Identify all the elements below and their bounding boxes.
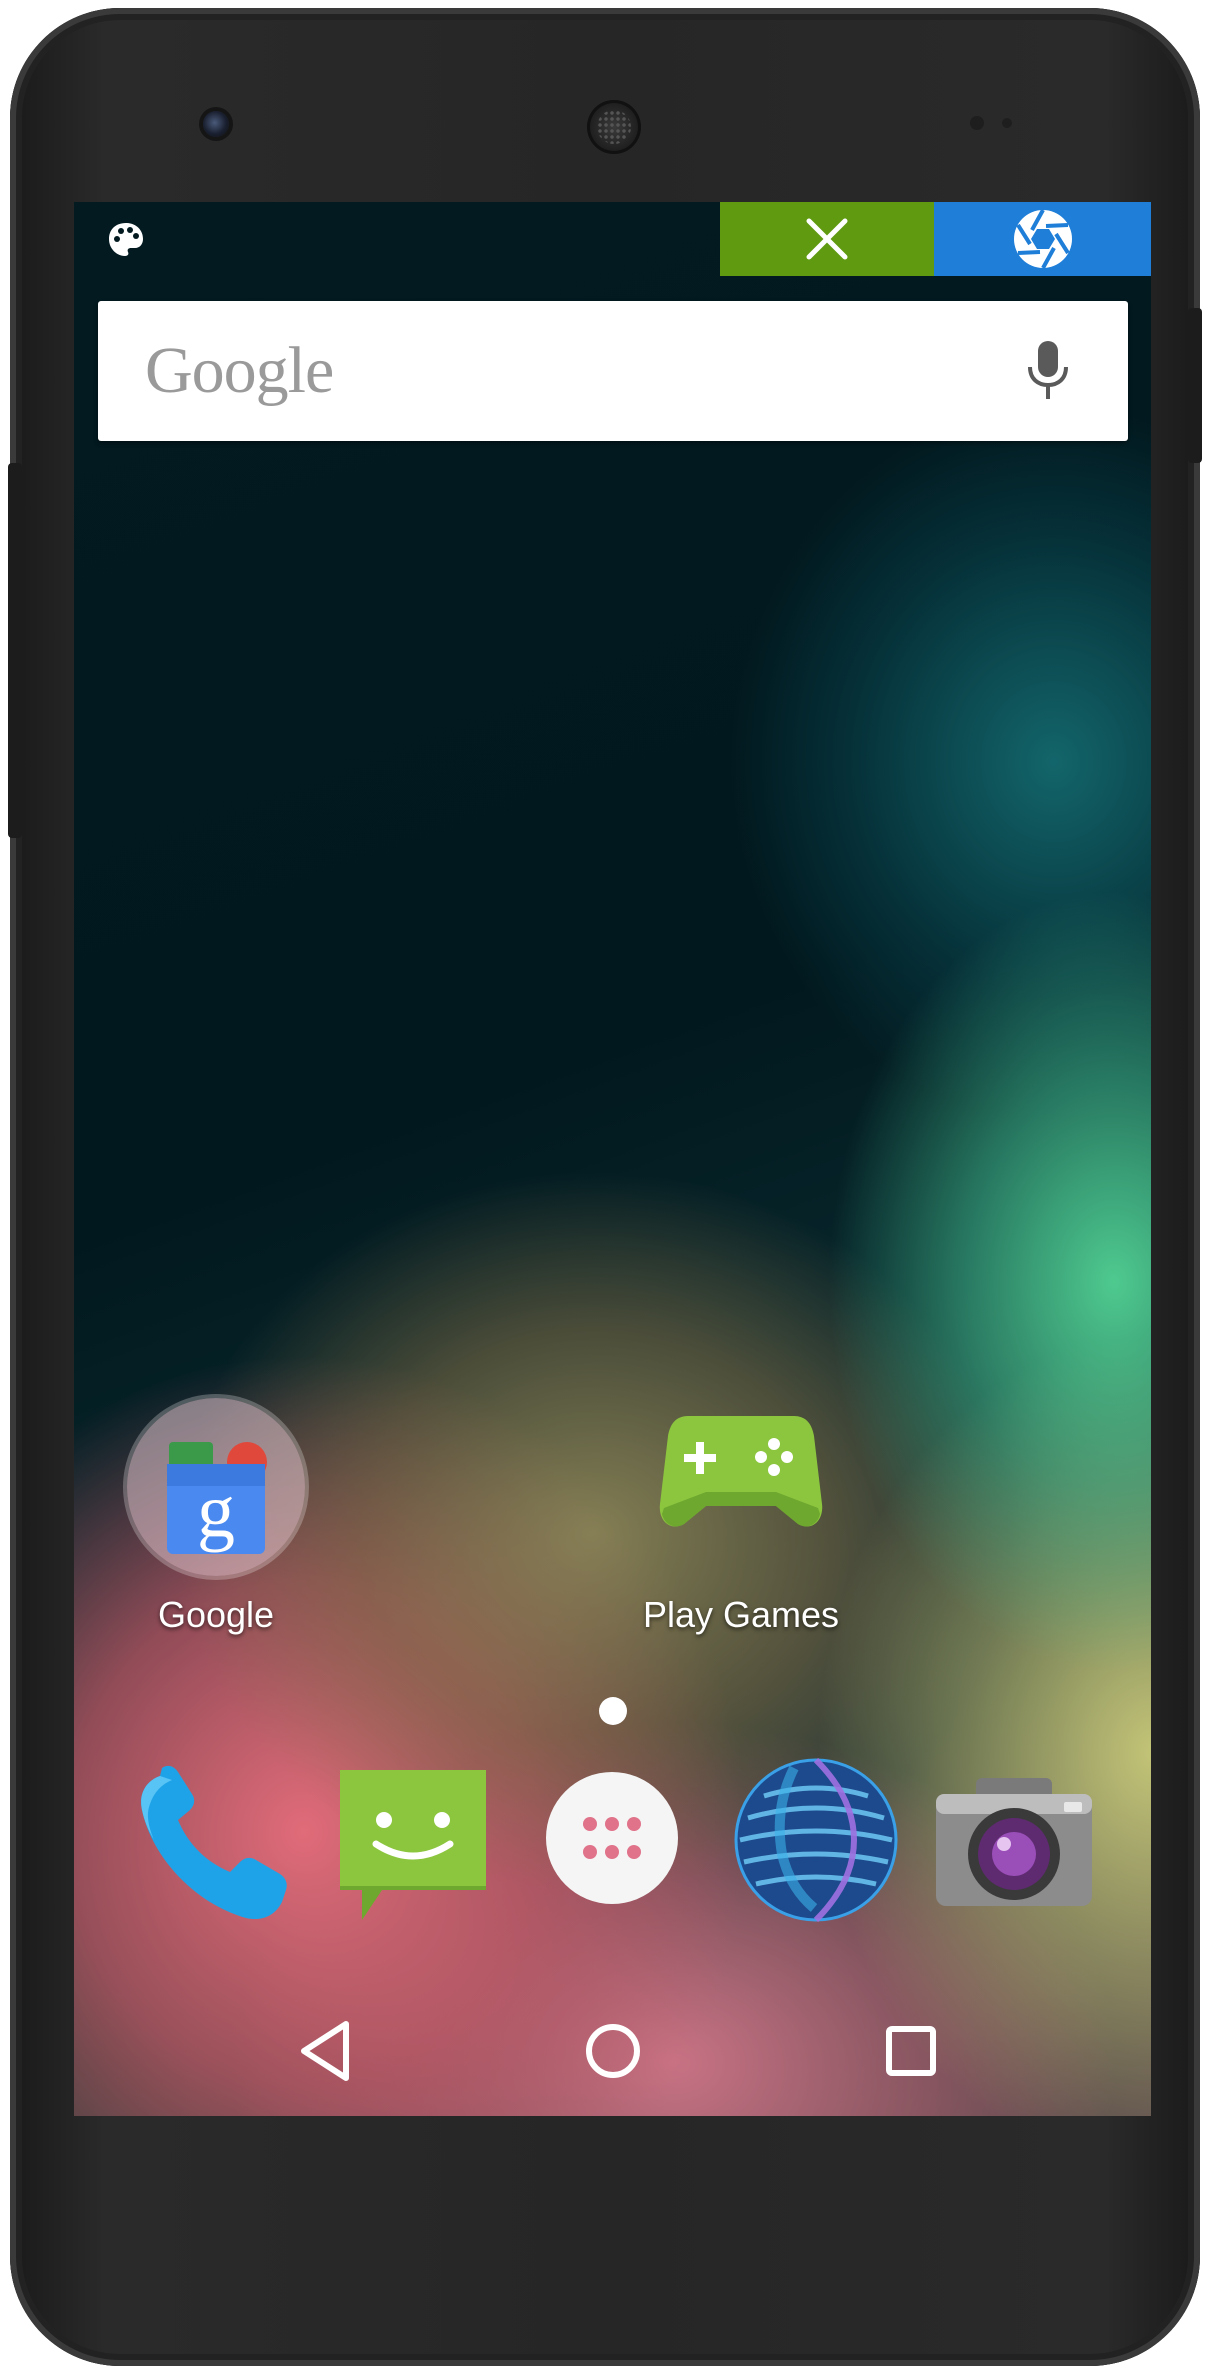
dock-messaging[interactable] [334,1764,492,1930]
front-camera [203,111,229,137]
phone-frame: Google g Google Play Games [8,8,1202,2366]
earpiece-speaker [587,100,641,154]
close-icon [806,218,848,260]
google-folder-icon: g [167,1442,267,1554]
phone-icon [141,1765,287,1920]
page-indicator-dot [599,1697,627,1725]
google-folder[interactable]: g Google [127,1398,305,1648]
close-overlay-button[interactable] [720,202,934,276]
globe-icon [734,1757,898,1923]
home-screen: Google g Google Play Games [74,202,1151,2116]
back-icon[interactable] [284,2006,374,2096]
dock-camera[interactable] [932,1772,1096,1912]
dock-app-drawer[interactable] [544,1770,680,1906]
svg-text:g: g [197,1469,235,1553]
microphone-icon[interactable] [1018,339,1078,403]
google-search-bar[interactable]: Google [98,301,1128,441]
messaging-icon [340,1770,486,1920]
recents-icon[interactable] [866,2006,956,2096]
play-games-icon [659,1416,823,1527]
app-drawer-icon [546,1772,678,1904]
volume-rocker [8,463,22,838]
power-button [1188,308,1202,463]
palette-icon [109,223,143,256]
google-logo: Google [145,334,334,407]
status-bar [74,202,1151,276]
camera-icon [936,1778,1092,1906]
home-icon[interactable] [568,2006,658,2096]
play-games-app[interactable]: Play Games [643,1398,839,1648]
proximity-sensor [970,116,984,130]
screenshot-button[interactable] [934,202,1151,276]
dock-browser[interactable] [734,1757,898,1923]
navigation-bar [74,1992,1151,2116]
dock-phone[interactable] [126,1762,296,1932]
shutter-icon [1013,209,1072,269]
light-sensor [1002,118,1012,128]
app-label-play-games: Play Games [642,1594,840,1635]
page: Google g Google Play Games [0,0,1210,2375]
app-label-google: Google [157,1594,275,1635]
